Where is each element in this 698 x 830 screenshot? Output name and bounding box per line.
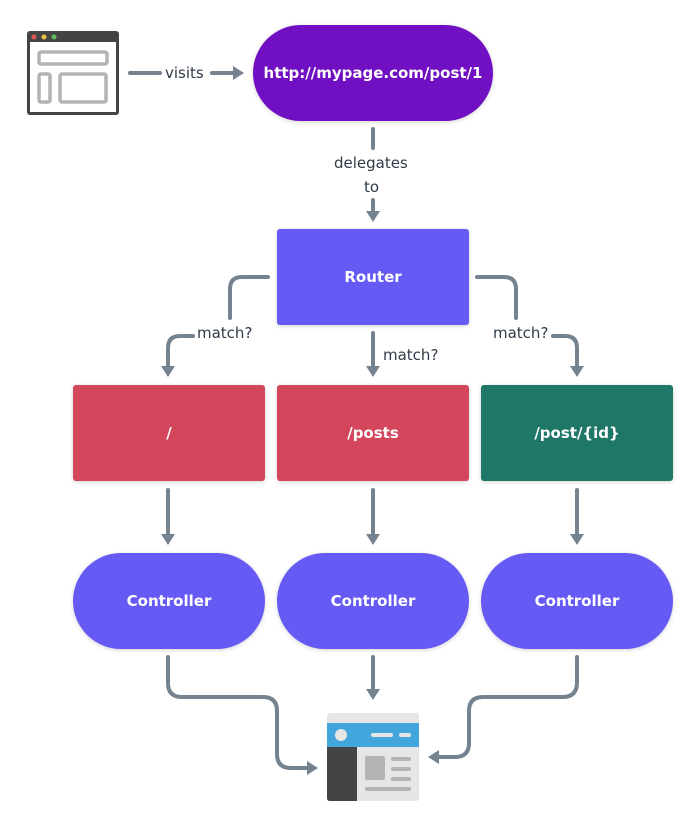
edge-controller-page-1	[166, 655, 310, 770]
arrow-head-controller-page-1	[307, 761, 318, 775]
controller-label: Controller	[330, 592, 416, 610]
arrow-head-route-controller-2	[366, 534, 380, 545]
controller-node-1: Controller	[73, 553, 265, 649]
route-label: /	[166, 424, 172, 442]
url-node-label: http://mypage.com/post/1	[263, 64, 483, 82]
edge-label-match-right: match?	[493, 324, 549, 342]
route-node-root: /	[73, 385, 265, 481]
controller-node-2: Controller	[277, 553, 469, 649]
rendered-web-page-icon	[327, 713, 419, 801]
router-node: Router	[277, 229, 469, 325]
route-label: /post/{id}	[534, 424, 620, 442]
edge-match-left-line-b	[166, 334, 195, 369]
edge-label-visits: visits	[165, 64, 204, 82]
edge-label-match-center: match?	[383, 346, 439, 364]
edge-label-match-left: match?	[197, 324, 253, 342]
router-label: Router	[344, 268, 402, 286]
edge-match-right-line-b	[551, 334, 579, 369]
url-node: http://mypage.com/post/1	[253, 25, 493, 121]
edge-match-right-line-a	[475, 275, 518, 320]
controller-label: Controller	[534, 592, 620, 610]
arrow-head-delegates	[366, 211, 380, 222]
controller-node-3: Controller	[481, 553, 673, 649]
arrow-head-controller-page-2	[366, 689, 380, 700]
arrow-head-route-controller-3	[570, 534, 584, 545]
arrow-head-match-left	[161, 366, 175, 377]
controller-label: Controller	[126, 592, 212, 610]
route-label: /posts	[347, 424, 399, 442]
arrow-head-match-right	[570, 366, 584, 377]
arrow-head-visits	[233, 66, 244, 80]
route-node-posts: /posts	[277, 385, 469, 481]
arrow-head-route-controller-1	[161, 534, 175, 545]
arrow-head-match-center	[366, 366, 380, 377]
edge-match-left-line-a	[228, 275, 270, 320]
edge-label-delegates: delegates	[334, 154, 408, 172]
arrow-head-controller-page-3	[428, 750, 439, 764]
routing-diagram: visits http://mypage.com/post/1 delegate…	[0, 0, 698, 830]
edge-controller-page-3	[436, 655, 579, 759]
browser-window-icon	[27, 31, 119, 115]
route-node-post-id: /post/{id}	[481, 385, 673, 481]
edge-label-delegates-to: to	[364, 178, 380, 196]
